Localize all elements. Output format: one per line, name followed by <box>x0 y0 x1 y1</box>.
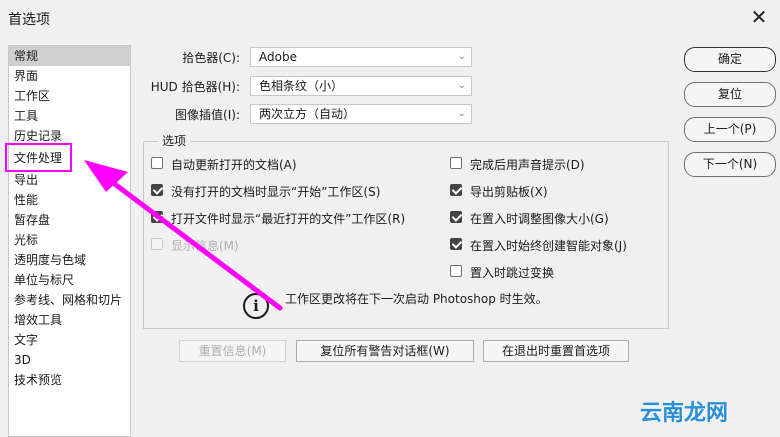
reset-button[interactable]: 复位 <box>684 82 776 107</box>
annotation-highlight-box <box>5 143 72 172</box>
title-bar: 首选项 ✕ <box>0 0 780 36</box>
color-picker-row: 拾色器(C): Adobe ⌄ <box>0 47 780 67</box>
info-icon: i <box>243 293 269 319</box>
checkbox-box[interactable] <box>450 238 462 250</box>
checkbox-label: 置入时跳过变换 <box>470 266 555 280</box>
checkbox-label: 没有打开的文档时显示“开始”工作区(S) <box>171 185 381 199</box>
sidebar-item-tech-preview[interactable]: 技术预览 <box>9 370 130 390</box>
checkbox-box[interactable] <box>450 184 462 196</box>
color-picker-label: 拾色器(C): <box>182 51 240 65</box>
checkbox-box[interactable] <box>151 211 163 223</box>
info-text: 工作区更改将在下一次启动 Photoshop 时生效。 <box>285 292 548 306</box>
reset-on-quit-button[interactable]: 在退出时重置首选项 <box>483 340 629 362</box>
next-button[interactable]: 下一个(N) <box>684 152 776 177</box>
hud-picker-label: HUD 拾色器(H): <box>150 80 240 94</box>
hud-picker-select[interactable]: 色相条纹（小） ⌄ <box>250 76 472 96</box>
chevron-down-icon: ⌄ <box>457 51 466 62</box>
sidebar-item-transparency[interactable]: 透明度与色域 <box>9 250 130 270</box>
reset-info-button: 重置信息(M) <box>179 340 286 362</box>
checkbox-label: 显示信息(M) <box>171 239 239 253</box>
checkbox-label: 打开文件时显示“最近打开的文件”工作区(R) <box>171 212 406 226</box>
checkbox-box[interactable] <box>151 184 163 196</box>
sidebar-item-guides[interactable]: 参考线、网格和切片 <box>9 290 130 310</box>
checkbox-label: 在置入时始终创建智能对象(J) <box>470 239 627 253</box>
checkbox-box[interactable] <box>450 265 462 277</box>
checkbox-box <box>151 238 163 250</box>
checkbox-label: 完成后用声音提示(D) <box>470 158 585 172</box>
sidebar-item-units[interactable]: 单位与标尺 <box>9 270 130 290</box>
sidebar-item-export[interactable]: 导出 <box>9 170 130 190</box>
chevron-down-icon: ⌄ <box>457 80 466 91</box>
checkbox-box[interactable] <box>450 211 462 223</box>
interpolation-select[interactable]: 两次立方（自动） ⌄ <box>250 104 472 124</box>
sidebar-item-performance[interactable]: 性能 <box>9 190 130 210</box>
checkbox-label: 自动更新打开的文档(A) <box>171 158 297 172</box>
interpolation-value: 两次立方（自动） <box>259 107 356 121</box>
color-picker-value: Adobe <box>259 50 297 64</box>
checkbox-label: 在置入时调整图像大小(G) <box>470 212 609 226</box>
sidebar-item-3d[interactable]: 3D <box>9 350 130 370</box>
ok-button[interactable]: 确定 <box>684 47 776 72</box>
close-icon[interactable]: ✕ <box>748 6 770 28</box>
interpolation-label: 图像插值(I): <box>175 108 240 122</box>
checkbox-box[interactable] <box>450 157 462 169</box>
sidebar-item-plugins[interactable]: 增效工具 <box>9 310 130 330</box>
watermark-logo: 云南龙网 <box>640 401 729 426</box>
options-group-label: 选项 <box>158 132 191 149</box>
reset-warnings-button[interactable]: 复位所有警告对话框(W) <box>296 340 474 362</box>
interpolation-row: 图像插值(I): 两次立方（自动） ⌄ <box>0 104 780 124</box>
checkbox-box[interactable] <box>151 157 163 169</box>
hud-picker-value: 色相条纹（小） <box>259 79 344 93</box>
color-picker-select[interactable]: Adobe ⌄ <box>250 47 472 67</box>
sidebar-item-type[interactable]: 文字 <box>9 330 130 350</box>
prev-button[interactable]: 上一个(P) <box>684 117 776 142</box>
sidebar-item-scratch-disks[interactable]: 暂存盘 <box>9 210 130 230</box>
window-title: 首选项 <box>8 12 50 28</box>
sidebar-item-cursors[interactable]: 光标 <box>9 230 130 250</box>
hud-picker-row: HUD 拾色器(H): 色相条纹（小） ⌄ <box>0 76 780 96</box>
checkbox-label: 导出剪贴板(X) <box>470 185 548 199</box>
chevron-down-icon: ⌄ <box>457 108 466 119</box>
